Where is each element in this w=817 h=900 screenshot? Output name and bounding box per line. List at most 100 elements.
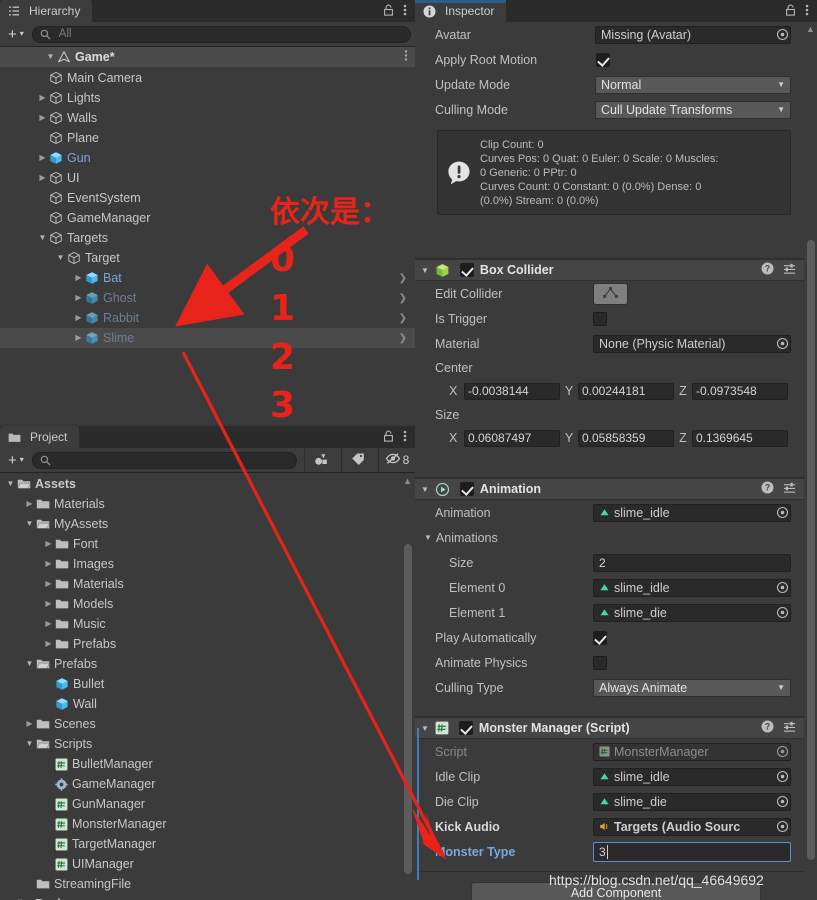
hierarchy-item-ghost[interactable]: ▶ Ghost ❯ [0, 288, 415, 308]
project-item-music[interactable]: ▶ Music [0, 614, 415, 634]
expand-arrow-icon[interactable]: ▼ [23, 740, 36, 748]
project-item-scenes[interactable]: ▶ Scenes [0, 714, 415, 734]
foldout-arrow-icon[interactable]: ▼ [421, 724, 429, 733]
hierarchy-item-walls[interactable]: ▶ Walls [0, 108, 415, 128]
expand-arrow-icon[interactable]: ▼ [36, 234, 49, 242]
hidden-packages-button[interactable]: 8 [378, 447, 415, 473]
hierarchy-scene-row[interactable]: ▼ Game* [0, 47, 415, 67]
project-scrollbar[interactable]: ▲ [401, 474, 415, 900]
kebab-menu-icon[interactable] [805, 3, 809, 20]
project-item-scripts[interactable]: ▼ Scripts [0, 734, 415, 754]
project-item-images[interactable]: ▶ Images [0, 554, 415, 574]
project-search-input[interactable] [31, 451, 297, 469]
hierarchy-item-eventsystem[interactable]: EventSystem [0, 188, 415, 208]
kick-audio-field[interactable]: Targets (Audio Sourc [593, 817, 791, 836]
expand-arrow-icon[interactable]: ▶ [42, 600, 55, 608]
size-x-field[interactable]: 0.06087497 [464, 429, 560, 447]
animation-enabled-checkbox[interactable] [459, 482, 474, 496]
hierarchy-item-gamemanager[interactable]: GameManager [0, 208, 415, 228]
asset-filter-button[interactable] [304, 447, 337, 473]
project-item-materials[interactable]: ▶ Materials [0, 574, 415, 594]
hierarchy-item-target[interactable]: ▼ Target [0, 248, 415, 268]
project-item-materials[interactable]: ▶ Materials [0, 494, 415, 514]
object-picker-icon[interactable] [774, 606, 790, 619]
animations-size-field[interactable]: 2 [593, 553, 791, 572]
update-mode-dropdown[interactable]: Normal ▼ [595, 75, 791, 94]
object-picker-icon[interactable] [774, 28, 790, 41]
culling-type-dropdown[interactable]: Always Animate ▼ [593, 678, 791, 697]
expand-arrow-icon[interactable]: ▶ [72, 274, 85, 282]
project-item-bullet[interactable]: Bullet [0, 674, 415, 694]
play-automatically-checkbox[interactable] [593, 630, 607, 645]
hierarchy-item-main-camera[interactable]: Main Camera [0, 68, 415, 88]
project-item-packages[interactable]: ▶Packages [0, 894, 415, 900]
expand-arrow-icon[interactable]: ▼ [23, 520, 36, 528]
center-y-field[interactable]: 0.00244181 [578, 382, 674, 400]
prefab-open-chevron-icon[interactable]: ❯ [399, 313, 407, 324]
tab-hierarchy[interactable]: Hierarchy [0, 0, 93, 22]
apply-root-motion-checkbox[interactable] [596, 52, 610, 67]
prefab-open-chevron-icon[interactable]: ❯ [399, 293, 407, 304]
material-field[interactable]: None (Physic Material) [593, 334, 791, 353]
monster-type-field[interactable]: 3 [593, 841, 791, 862]
foldout-arrow-icon[interactable]: ▼ [424, 533, 432, 542]
object-picker-icon[interactable] [774, 770, 790, 783]
box-collider-enabled-checkbox[interactable] [459, 263, 474, 277]
expand-arrow-icon[interactable]: ▶ [23, 500, 36, 508]
expand-arrow-icon[interactable]: ▶ [36, 94, 49, 102]
element-0-field[interactable]: slime_idle [593, 578, 791, 597]
hierarchy-item-ui[interactable]: ▶ UI [0, 168, 415, 188]
project-item-assets[interactable]: ▼ Assets [0, 474, 415, 494]
expand-arrow-icon[interactable]: ▶ [42, 560, 55, 568]
hierarchy-item-plane[interactable]: Plane [0, 128, 415, 148]
project-item-prefabs[interactable]: ▶ Prefabs [0, 634, 415, 654]
size-z-field[interactable]: 0.1369645 [692, 429, 788, 447]
prefab-open-chevron-icon[interactable]: ❯ [399, 333, 407, 344]
center-z-field[interactable]: -0.0973548 [692, 382, 788, 400]
expand-arrow-icon[interactable]: ▶ [36, 174, 49, 182]
foldout-arrow-icon[interactable]: ▼ [421, 266, 429, 275]
project-item-gamemanager[interactable]: GameManager [0, 774, 415, 794]
project-item-prefabs[interactable]: ▼ Prefabs [0, 654, 415, 674]
object-picker-icon[interactable] [774, 795, 790, 808]
expand-arrow-icon[interactable]: ▶ [42, 620, 55, 628]
animations-array-row[interactable]: ▼ Animations [415, 525, 817, 550]
hierarchy-item-bat[interactable]: ▶ Bat ❯ [0, 268, 415, 288]
label-tag-button[interactable] [341, 447, 374, 473]
hierarchy-item-targets[interactable]: ▼ Targets [0, 228, 415, 248]
expand-arrow-icon[interactable]: ▶ [72, 334, 85, 342]
project-item-targetmanager[interactable]: TargetManager [0, 834, 415, 854]
hierarchy-item-slime[interactable]: ▶ Slime ❯ [0, 328, 415, 348]
project-item-streamingfile[interactable]: StreamingFile [0, 874, 415, 894]
expand-arrow-icon[interactable]: ▶ [72, 294, 85, 302]
hierarchy-item-rabbit[interactable]: ▶ Rabbit ❯ [0, 308, 415, 328]
help-icon[interactable]: ? [761, 720, 774, 736]
object-picker-icon[interactable] [774, 337, 790, 350]
lock-icon[interactable] [383, 4, 394, 19]
box-collider-header[interactable]: ▼ Box Collider ? [415, 259, 817, 281]
size-y-field[interactable]: 0.05858359 [578, 429, 674, 447]
prefab-open-chevron-icon[interactable]: ❯ [399, 273, 407, 284]
inspector-scrollbar-thumb[interactable] [807, 240, 815, 860]
avatar-field[interactable]: Missing (Avatar) [595, 25, 791, 44]
animation-header[interactable]: ▼ Animation ? [415, 478, 817, 500]
scroll-up-arrow-icon[interactable]: ▲ [806, 24, 815, 34]
lock-icon[interactable] [785, 4, 796, 19]
hierarchy-search-input[interactable]: All [31, 25, 411, 43]
center-x-field[interactable]: -0.0038144 [464, 382, 560, 400]
animate-physics-checkbox[interactable] [593, 655, 607, 670]
culling-mode-dropdown[interactable]: Cull Update Transforms ▼ [595, 100, 791, 119]
add-component-button[interactable]: Add Component [471, 882, 761, 900]
project-item-uimanager[interactable]: UIManager [0, 854, 415, 874]
project-item-bulletmanager[interactable]: BulletManager [0, 754, 415, 774]
project-item-monstermanager[interactable]: MonsterManager [0, 814, 415, 834]
expand-arrow-icon[interactable]: ▶ [42, 640, 55, 648]
hierarchy-item-gun[interactable]: ▶ Gun [0, 148, 415, 168]
kebab-menu-icon[interactable] [403, 429, 407, 446]
expand-arrow-icon[interactable]: ▶ [36, 154, 49, 162]
project-scrollbar-thumb[interactable] [404, 544, 412, 874]
tab-inspector[interactable]: Inspector [415, 0, 507, 22]
preset-icon[interactable] [783, 481, 796, 497]
kebab-menu-icon[interactable] [403, 3, 407, 20]
expand-arrow-icon[interactable]: ▼ [54, 254, 67, 262]
